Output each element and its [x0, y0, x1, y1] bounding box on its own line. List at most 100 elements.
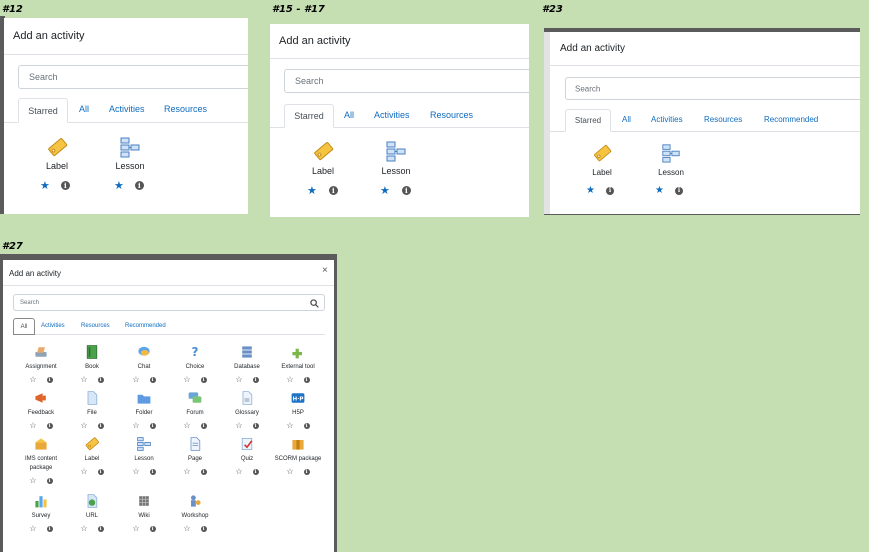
star-outline-icon[interactable]: ☆ [286, 375, 293, 384]
star-outline-icon[interactable]: ☆ [235, 375, 242, 384]
activity-item-label[interactable]: Label ☆ i [66, 436, 118, 476]
info-icon[interactable]: i [97, 422, 104, 429]
tab-starred[interactable]: Starred [565, 109, 611, 132]
activity-item-book[interactable]: Book ☆ i [66, 344, 118, 384]
star-outline-icon[interactable]: ☆ [29, 421, 36, 430]
star-outline-icon[interactable]: ☆ [80, 375, 87, 384]
info-icon[interactable]: i [674, 186, 683, 195]
info-icon[interactable]: i [149, 422, 156, 429]
activity-item-h5p[interactable]: H·P H5P ☆ i [272, 390, 324, 430]
info-icon[interactable]: i [46, 376, 53, 383]
activity-item-wiki[interactable]: Wiki ☆ i [118, 493, 170, 533]
activity-item-quiz[interactable]: Quiz ☆ i [221, 436, 273, 476]
star-filled-icon[interactable]: ★ [655, 185, 664, 196]
info-icon[interactable]: i [303, 422, 310, 429]
activity-item-survey[interactable]: Survey ☆ i [15, 493, 67, 533]
info-icon[interactable]: i [252, 468, 259, 475]
info-icon[interactable]: i [60, 181, 70, 190]
tab-resources[interactable]: Resources [164, 104, 207, 114]
activity-item-assignment[interactable]: Assignment ☆ i [15, 344, 67, 384]
tab-all[interactable]: All [13, 318, 35, 335]
star-outline-icon[interactable]: ☆ [183, 375, 190, 384]
tab-activities[interactable]: Activities [41, 323, 65, 329]
star-outline-icon[interactable]: ☆ [286, 467, 293, 476]
star-outline-icon[interactable]: ☆ [80, 421, 87, 430]
star-outline-icon[interactable]: ☆ [235, 421, 242, 430]
activity-item-lesson[interactable]: Lesson [374, 140, 418, 176]
close-icon[interactable]: × [322, 265, 328, 276]
info-icon[interactable]: i [46, 525, 53, 532]
star-outline-icon[interactable]: ☆ [132, 524, 139, 533]
tab-resources[interactable]: Resources [430, 110, 473, 120]
activity-item-glossary[interactable]: Glossary ☆ i [221, 390, 273, 430]
star-outline-icon[interactable]: ☆ [132, 467, 139, 476]
info-icon[interactable]: i [303, 376, 310, 383]
info-icon[interactable]: i [328, 186, 338, 195]
tab-resources[interactable]: Resources [704, 115, 742, 124]
tab-activities[interactable]: Activities [651, 115, 683, 124]
info-icon[interactable]: i [97, 468, 104, 475]
star-outline-icon[interactable]: ☆ [132, 375, 139, 384]
info-icon[interactable]: i [605, 186, 614, 195]
star-outline-icon[interactable]: ☆ [80, 467, 87, 476]
star-outline-icon[interactable]: ☆ [183, 421, 190, 430]
star-filled-icon[interactable]: ★ [307, 184, 317, 197]
info-icon[interactable]: i [200, 422, 207, 429]
search-input[interactable]: Search [565, 77, 860, 100]
activity-item-lesson[interactable]: Lesson ☆ i [118, 436, 170, 476]
info-icon[interactable]: i [401, 186, 411, 195]
star-outline-icon[interactable]: ☆ [29, 375, 36, 384]
activity-item-label[interactable]: Label [582, 143, 622, 177]
tab-all[interactable]: All [344, 110, 354, 120]
info-icon[interactable]: i [97, 525, 104, 532]
tab-activities[interactable]: Activities [374, 110, 410, 120]
search-input[interactable]: Search [13, 294, 325, 311]
activity-item-folder[interactable]: Folder ☆ i [118, 390, 170, 430]
activity-item-forum[interactable]: Forum ☆ i [169, 390, 221, 430]
search-input[interactable]: Search [18, 65, 248, 89]
star-outline-icon[interactable]: ☆ [29, 524, 36, 533]
info-icon[interactable]: i [149, 468, 156, 475]
star-filled-icon[interactable]: ★ [586, 185, 595, 196]
tab-resources[interactable]: Resources [81, 323, 110, 329]
info-icon[interactable]: i [46, 422, 53, 429]
tab-activities[interactable]: Activities [109, 104, 145, 114]
star-outline-icon[interactable]: ☆ [80, 524, 87, 533]
star-filled-icon[interactable]: ★ [114, 179, 124, 192]
info-icon[interactable]: i [200, 525, 207, 532]
star-outline-icon[interactable]: ☆ [183, 467, 190, 476]
activity-item-lesson[interactable]: Lesson [650, 143, 692, 177]
activity-item-file[interactable]: File ☆ i [66, 390, 118, 430]
info-icon[interactable]: i [134, 181, 144, 190]
tab-all[interactable]: All [79, 104, 89, 114]
activity-item-ims-content-package[interactable]: IMS content package ☆ i [15, 436, 67, 485]
activity-item-chat[interactable]: Chat ☆ i [118, 344, 170, 384]
star-outline-icon[interactable]: ☆ [183, 524, 190, 533]
activity-item-choice[interactable]: ? Choice ☆ i [169, 344, 221, 384]
activity-item-page[interactable]: Page ☆ i [169, 436, 221, 476]
activity-item-lesson[interactable]: Lesson [108, 136, 152, 171]
activity-item-url[interactable]: URL ☆ i [66, 493, 118, 533]
info-icon[interactable]: i [149, 376, 156, 383]
activity-item-feedback[interactable]: Feedback ☆ i [15, 390, 67, 430]
info-icon[interactable]: i [46, 477, 53, 484]
tab-recommended[interactable]: Recommended [764, 115, 818, 124]
info-icon[interactable]: i [200, 468, 207, 475]
activity-item-database[interactable]: Database ☆ i [221, 344, 273, 384]
star-outline-icon[interactable]: ☆ [132, 421, 139, 430]
star-filled-icon[interactable]: ★ [40, 179, 50, 192]
info-icon[interactable]: i [149, 525, 156, 532]
activity-item-workshop[interactable]: Workshop ☆ i [169, 493, 221, 533]
search-input[interactable]: Search [284, 69, 529, 93]
star-outline-icon[interactable]: ☆ [286, 421, 293, 430]
tab-starred[interactable]: Starred [284, 104, 334, 128]
info-icon[interactable]: i [303, 468, 310, 475]
tab-starred[interactable]: Starred [18, 98, 68, 123]
activity-item-label[interactable]: Label [37, 136, 77, 171]
activity-item-external-tool[interactable]: External tool ☆ i [272, 344, 324, 384]
star-outline-icon[interactable]: ☆ [29, 476, 36, 485]
info-icon[interactable]: i [200, 376, 207, 383]
tab-all[interactable]: All [622, 115, 631, 124]
activity-item-label[interactable]: Label [303, 140, 343, 176]
star-filled-icon[interactable]: ★ [380, 184, 390, 197]
